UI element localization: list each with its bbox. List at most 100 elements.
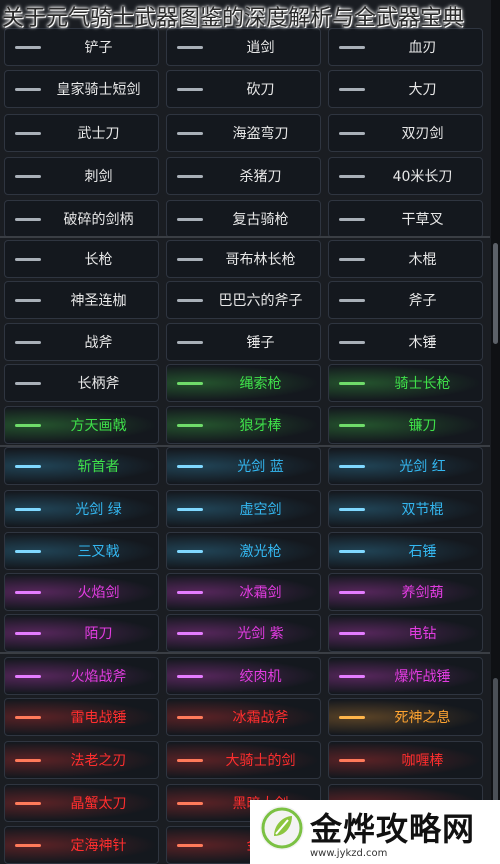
weapon-cell[interactable]: 冰霜战斧 [166,698,321,736]
weapon-cell[interactable]: 木锤 [328,323,483,361]
weapon-cell[interactable]: 狼牙棒 [166,406,321,444]
weapon-row: 法老之刃 大骑士的剑 咖喱棒 [4,741,490,779]
weapon-cell[interactable]: 长柄斧 [4,364,159,402]
weapon-name: 铲子 [84,40,113,56]
weapon-cell[interactable]: 绳索枪 [166,364,321,402]
weapon-cell[interactable]: 血刃 [328,28,483,66]
weapon-cell[interactable]: 大骑士的剑 [166,741,321,779]
weapon-cell[interactable]: 复古骑枪 [166,200,321,238]
weapon-name: 40米长刀 [392,169,453,185]
weapon-row: 方天画戟 狼牙棒 镰刀 [4,406,490,444]
weapon-cell[interactable]: 冰霜剑 [166,573,321,611]
weapon-row: 火焰剑 冰霜剑 养剑葫 [4,573,490,611]
weapon-cell[interactable]: 电钻 [328,614,483,652]
weapon-name: 长枪 [84,252,113,268]
weapon-name: 骑士长枪 [394,376,451,392]
weapon-name: 巴巴六的斧子 [218,293,303,309]
weapon-cell[interactable]: 激光枪 [166,532,321,570]
grand-knight-sword-icon [177,759,203,762]
weapon-cell[interactable]: 双节棍 [328,490,483,528]
weapon-cell[interactable]: 40米长刀 [328,157,483,195]
weapon-cell[interactable]: 石锤 [328,532,483,570]
weapon-name: 双节棍 [401,502,444,518]
weapon-cell[interactable]: 哥布林长枪 [166,240,321,278]
scrollbar-thumb[interactable] [493,243,498,344]
weapon-cell[interactable]: 刺剑 [4,157,159,195]
weapon-name: 方天画戟 [70,418,127,434]
weapon-cell[interactable]: 斩首者 [4,447,159,485]
gourd-icon [339,591,365,594]
frost-axe-icon [177,716,203,719]
weapon-cell[interactable]: 光剑 紫 [166,614,321,652]
weapon-cell[interactable]: 光剑 蓝 [166,447,321,485]
weapon-cell[interactable]: 死神之息 [328,698,483,736]
weapon-cell[interactable]: 晶蟹太刀 [4,784,159,822]
weapon-cell[interactable]: 火焰战斧 [4,657,159,695]
weapon-cell[interactable]: 定海神针 [4,826,159,864]
weapon-cell[interactable]: 砍刀 [166,70,321,108]
weapon-cell[interactable]: 光剑 绿 [4,490,159,528]
katana-icon [15,132,41,135]
weapon-name: 皇家骑士短剑 [56,82,141,98]
weapon-cell[interactable]: 陌刀 [4,614,159,652]
stone-hammer-icon [339,550,365,553]
weapon-cell[interactable]: 方天画戟 [4,406,159,444]
weapon-cell[interactable]: 锤子 [166,323,321,361]
weapon-name: 光剑 绿 [75,502,122,518]
weapon-cell[interactable]: 武士刀 [4,114,159,152]
weapon-name: 陌刀 [84,626,113,642]
staff-icon [15,844,41,847]
goblin-spear-icon [177,258,203,261]
curry-stick-icon [339,759,365,762]
weapon-cell[interactable]: 咖喱棒 [328,741,483,779]
weapon-name: 大刀 [408,82,437,98]
weapon-cell[interactable]: 海盗弯刀 [166,114,321,152]
weapon-cell[interactable]: 养剑葫 [328,573,483,611]
broadsword-icon [339,88,365,91]
weapon-cell[interactable]: 雷电战锤 [4,698,159,736]
mace-icon [177,424,203,427]
weapon-name: 海盗弯刀 [232,126,289,142]
weapon-cell[interactable]: 木棍 [328,240,483,278]
weapon-cell[interactable]: 虚空剑 [166,490,321,528]
weapon-cell[interactable]: 巴巴六的斧子 [166,281,321,319]
weapon-name: 雷电战锤 [70,710,127,726]
weapon-cell[interactable]: 光剑 红 [328,447,483,485]
weapon-cell[interactable]: 绞肉机 [166,657,321,695]
weapon-cell[interactable]: 逍剑 [166,28,321,66]
weapon-cell[interactable]: 双刃剑 [328,114,483,152]
weapon-cell[interactable]: 镰刀 [328,406,483,444]
weapon-cell[interactable]: 爆炸战锤 [328,657,483,695]
weapon-cell[interactable]: 斧子 [328,281,483,319]
weapon-name: 双刃剑 [401,126,444,142]
weapon-row: 战斧 锤子 木锤 [4,323,490,361]
scrollbar[interactable] [491,0,500,864]
weapon-name: 冰霜剑 [239,585,282,601]
weapon-cell[interactable]: 火焰剑 [4,573,159,611]
weapon-cell[interactable]: 长枪 [4,240,159,278]
leaf-logo-icon [260,806,304,850]
weapon-cell[interactable]: 皇家骑士短剑 [4,70,159,108]
axe-icon [339,299,365,302]
weapon-name: 木棍 [408,252,437,268]
lightsaber-icon [15,508,41,511]
weapon-name: 哥布林长枪 [225,252,296,268]
nunchaku-icon [339,508,365,511]
weapon-cell[interactable]: 三叉戟 [4,532,159,570]
weapon-row: 雷电战锤 冰霜战斧 死神之息 [4,698,490,736]
cutlass-icon [177,132,203,135]
weapon-cell[interactable]: 铲子 [4,28,159,66]
weapon-cell[interactable]: 法老之刃 [4,741,159,779]
explosive-hammer-icon [339,675,365,678]
weapon-cell[interactable]: 骑士长枪 [328,364,483,402]
weapon-cell[interactable]: 大刀 [328,70,483,108]
weapon-cell[interactable]: 干草叉 [328,200,483,238]
halberd-icon [15,382,41,385]
weapon-cell[interactable]: 杀猪刀 [166,157,321,195]
weapon-cell[interactable]: 神圣连枷 [4,281,159,319]
weapon-name: 砍刀 [246,82,275,98]
weapon-cell[interactable]: 破碎的剑柄 [4,200,159,238]
weapon-row: 铲子 逍剑 血刃 [4,28,490,66]
weapon-name: 斧子 [408,293,437,309]
weapon-cell[interactable]: 战斧 [4,323,159,361]
